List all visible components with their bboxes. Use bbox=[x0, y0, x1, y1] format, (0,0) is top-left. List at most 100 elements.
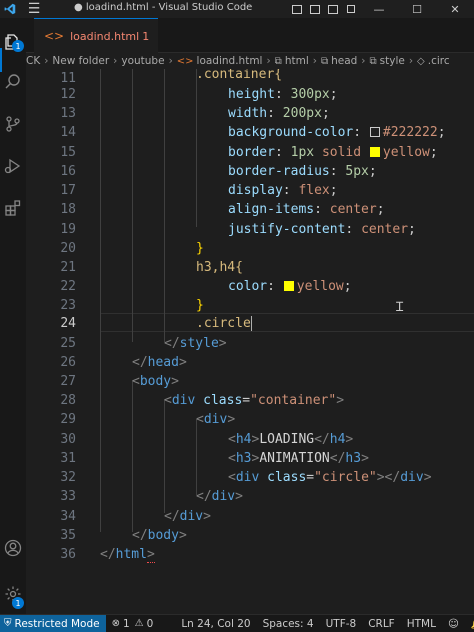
color-swatch[interactable] bbox=[369, 147, 380, 157]
language-mode[interactable]: HTML bbox=[401, 618, 442, 630]
close-button[interactable]: ✕ bbox=[436, 0, 474, 18]
search-icon[interactable] bbox=[3, 72, 23, 92]
problems-button[interactable]: ⊗ 1 ⚠ 0 bbox=[106, 618, 160, 630]
css-property: border bbox=[228, 145, 275, 160]
line-number: 18 bbox=[60, 202, 76, 217]
chevron-right-icon: › bbox=[361, 55, 366, 67]
html-tag: h4 bbox=[235, 432, 252, 447]
html-tag: div bbox=[211, 489, 236, 504]
chevron-right-icon: › bbox=[113, 55, 118, 67]
code-line: </head> bbox=[132, 355, 187, 370]
customize-layout-icon[interactable] bbox=[342, 0, 360, 18]
css-value: yellow bbox=[382, 145, 430, 160]
html-text: ANIMATION bbox=[259, 451, 330, 466]
source-control-icon[interactable] bbox=[3, 114, 23, 134]
css-value: 200px bbox=[282, 106, 322, 121]
line-number: 36 bbox=[60, 547, 76, 562]
css-value: flex bbox=[298, 183, 330, 198]
line-number: 13 bbox=[60, 106, 76, 121]
css-value: yellow bbox=[296, 279, 344, 294]
color-swatch[interactable] bbox=[283, 281, 294, 291]
line-number-active: 24 bbox=[60, 316, 76, 331]
line-number: 28 bbox=[60, 393, 76, 408]
bell-icon[interactable]: 🔔 bbox=[465, 617, 474, 630]
css-value: 300px bbox=[290, 87, 330, 102]
html-attribute: class bbox=[267, 470, 307, 485]
css-value: 5px bbox=[345, 164, 369, 179]
color-swatch[interactable] bbox=[369, 127, 380, 137]
account-icon[interactable] bbox=[3, 538, 23, 558]
css-brace: } bbox=[196, 298, 204, 313]
code-line: width: 200px; bbox=[228, 106, 330, 121]
css-property: height bbox=[228, 87, 275, 102]
hamburger-menu-icon[interactable]: ☰ bbox=[20, 0, 48, 18]
line-number: 15 bbox=[60, 145, 76, 160]
code-line: background-color: #222222; bbox=[228, 125, 446, 140]
line-number: 16 bbox=[60, 164, 76, 179]
html-file-icon: <> bbox=[44, 29, 65, 43]
end-of-line[interactable]: CRLF bbox=[362, 618, 401, 630]
line-number: 26 bbox=[60, 355, 76, 370]
css-value: center bbox=[329, 202, 377, 217]
line-number: 22 bbox=[60, 279, 76, 294]
html-tag: div bbox=[171, 393, 196, 408]
line-number: 31 bbox=[60, 451, 76, 466]
mouse-ibeam-icon: Ɪ bbox=[396, 300, 404, 315]
html-tag: h4 bbox=[329, 432, 346, 447]
line-number: 23 bbox=[60, 298, 76, 313]
element-icon: ⧉ bbox=[320, 55, 329, 67]
code-line: </html> bbox=[100, 547, 155, 563]
breadcrumb-item[interactable]: .circ bbox=[428, 55, 450, 67]
breadcrumb-item[interactable]: html bbox=[285, 55, 309, 67]
line-number: 19 bbox=[60, 222, 76, 237]
feedback-icon[interactable]: ☺ bbox=[442, 618, 465, 630]
shield-icon: ⛨ bbox=[4, 618, 12, 629]
minimize-button[interactable]: — bbox=[360, 0, 398, 18]
breadcrumb-item[interactable]: loadind.html bbox=[197, 55, 263, 67]
code-area[interactable]: .container{ height: 300px; width: 200px;… bbox=[100, 69, 474, 614]
toggle-primary-sidebar-icon[interactable] bbox=[288, 0, 306, 18]
breadcrumb-item[interactable]: style bbox=[380, 55, 405, 67]
code-line: border-radius: 5px; bbox=[228, 164, 377, 179]
breadcrumb-item[interactable]: New folder bbox=[52, 55, 109, 67]
code-line-active: .circle bbox=[196, 314, 252, 333]
code-line: </style> bbox=[164, 336, 227, 351]
run-debug-icon[interactable] bbox=[3, 156, 23, 176]
line-number: 34 bbox=[60, 509, 76, 524]
line-number-gutter: 11 12 13 14 15 16 17 18 19 20 21 22 23 2… bbox=[26, 69, 78, 614]
restricted-mode-button[interactable]: ⛨ Restricted Mode bbox=[0, 614, 106, 632]
element-icon: ⧉ bbox=[274, 55, 282, 67]
code-editor[interactable]: 11 12 13 14 15 16 17 18 19 20 21 22 23 2… bbox=[26, 69, 474, 614]
code-line: <div> bbox=[196, 412, 236, 427]
cursor-position[interactable]: Ln 24, Col 20 bbox=[175, 618, 256, 630]
html-tag: div bbox=[179, 509, 204, 524]
indentation[interactable]: Spaces: 4 bbox=[257, 618, 320, 630]
tab-problem-count: 1 bbox=[142, 29, 150, 43]
tab-label: loadind.html bbox=[70, 29, 140, 43]
line-number: 12 bbox=[60, 87, 76, 102]
maximize-button[interactable]: ☐ bbox=[398, 0, 436, 18]
toggle-panel-icon[interactable] bbox=[306, 0, 324, 18]
html-tag: html bbox=[115, 547, 147, 562]
css-property: color bbox=[228, 279, 268, 294]
html-tag: style bbox=[179, 336, 219, 351]
toggle-secondary-sidebar-icon[interactable] bbox=[324, 0, 342, 18]
breadcrumb-item[interactable]: CK bbox=[26, 55, 40, 67]
css-property: justify-content bbox=[228, 222, 346, 237]
code-line: h3,h4{ bbox=[196, 258, 243, 277]
encoding[interactable]: UTF-8 bbox=[320, 618, 363, 630]
css-property: background-color bbox=[228, 125, 354, 140]
title-bar: ☰ ● loadind.html - Visual Studio Code — … bbox=[0, 0, 474, 18]
line-number: 32 bbox=[60, 470, 76, 485]
extensions-icon[interactable] bbox=[3, 198, 23, 218]
code-line: <h3>ANIMATION</h3> bbox=[228, 451, 369, 466]
chevron-right-icon: › bbox=[266, 55, 271, 67]
breadcrumb-item[interactable]: head bbox=[331, 55, 357, 67]
warning-icon: ⚠ bbox=[134, 618, 144, 629]
code-line: </div> bbox=[164, 509, 211, 524]
code-line: justify-content: center; bbox=[228, 222, 416, 237]
error-count: 1 bbox=[122, 617, 130, 630]
tab-loadind-html[interactable]: <> loadind.html 1 bbox=[34, 18, 158, 53]
breadcrumb-item[interactable]: youtube bbox=[121, 55, 164, 67]
explorer-badge: 1 bbox=[12, 40, 24, 52]
